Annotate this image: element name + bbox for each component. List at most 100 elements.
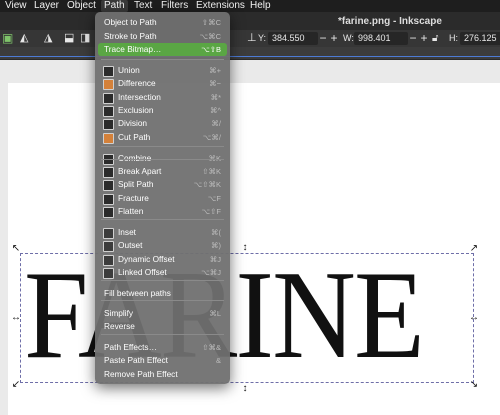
path-menu-item-shortcut: ⌘/ <box>211 119 221 128</box>
scale-handle-top-icon[interactable]: ↕ <box>240 243 250 253</box>
width-field[interactable]: 998.401 <box>354 32 408 45</box>
fracture-icon <box>103 194 114 205</box>
inset-icon <box>103 228 114 239</box>
path-menu-item-5[interactable]: Intersection ⌘* <box>98 91 227 104</box>
path-menu-item-14[interactable]: Inset ⌘( <box>98 226 227 239</box>
menu-help[interactable]: Help <box>247 0 274 12</box>
menu-text[interactable]: Text <box>131 0 155 12</box>
path-menu-item-8[interactable]: Cut Path ⌥⌘/ <box>98 131 227 144</box>
scale-handle-bottom-left-icon[interactable]: ↙ <box>11 380 21 390</box>
path-menu-item-12[interactable]: Fracture ⌥F <box>98 192 227 205</box>
path-menu-item-shortcut: ⌘^ <box>209 106 221 115</box>
path-menu-item-20[interactable]: Reverse <box>98 320 227 333</box>
path-menu-item-shortcut: ⇧⌘K <box>202 167 221 176</box>
intersection-icon <box>103 93 114 104</box>
menu-separator <box>101 159 224 160</box>
lock-icon[interactable]: 🔓︎ <box>432 30 438 47</box>
path-menu-item-shortcut: ⌘) <box>211 241 221 250</box>
path-menu-item-21[interactable]: Path Effects… ⇧⌘& <box>98 341 227 354</box>
path-menu-item-label: Paste Path Effect <box>104 355 168 365</box>
menu-separator <box>101 219 224 220</box>
cut-path-icon <box>103 133 114 144</box>
path-menu-item-19[interactable]: Simplify ⌘L <box>98 307 227 320</box>
y-increment-button[interactable]: + <box>328 31 340 46</box>
menu-extensions[interactable]: Extensions <box>193 0 248 12</box>
path-menu-item-3[interactable]: Union ⌘+ <box>98 64 227 77</box>
path-menu-item-1[interactable]: Stroke to Path ⌥⌘C <box>98 30 227 43</box>
path-menu-item-4[interactable]: Difference ⌘− <box>98 77 227 90</box>
menu-separator <box>101 280 224 281</box>
path-menu-item-label: Split Path <box>118 179 154 189</box>
path-menu-item-label: Dynamic Offset <box>118 254 175 264</box>
scale-handle-left-icon[interactable]: ↔ <box>11 313 21 323</box>
tool-controls-bar: ▣ ◭ ◮ ⬓ ◨ ⊥ Y: 384.550 − + W: 998.401 − … <box>0 30 500 47</box>
path-menu-item-shortcut: ⇧⌘& <box>202 343 221 352</box>
w-increment-button[interactable]: + <box>418 31 430 46</box>
scale-handle-right-icon[interactable]: ↔ <box>469 313 479 323</box>
path-menu-item-2[interactable]: Trace Bitmap… ⌥⇧B <box>98 43 227 56</box>
exclusion-icon <box>103 106 114 117</box>
select-all-icon[interactable]: ▣ <box>2 30 13 47</box>
menu-path[interactable]: Path <box>101 0 128 12</box>
path-menu-item-label: Difference <box>118 78 156 88</box>
menu-filters[interactable]: Filters <box>158 0 191 12</box>
dynamic-offset-icon <box>103 255 114 266</box>
outset-icon <box>103 241 114 252</box>
menu-view[interactable]: View <box>2 0 30 12</box>
path-menu-item-shortcut: ⌥⌘C <box>199 32 221 41</box>
menu-bar: View Layer Object Path Text Filters Exte… <box>0 0 500 12</box>
path-menu-item-label: Remove Path Effect <box>104 369 178 379</box>
height-field[interactable]: 276.125 <box>460 32 500 45</box>
path-menu-item-shortcut: ⌘* <box>210 93 221 102</box>
menu-layer[interactable]: Layer <box>31 0 62 12</box>
path-menu-item-label: Path Effects… <box>104 342 157 352</box>
path-menu-item-shortcut: ⌥⌘/ <box>202 133 221 142</box>
path-menu-dropdown: Object to Path ⇧⌘C Stroke to Path ⌥⌘C Trace … <box>95 12 230 384</box>
scale-handle-top-left-icon[interactable]: ↖ <box>11 244 21 254</box>
path-menu-item-label: Trace Bitmap… <box>104 44 162 54</box>
path-menu-item-7[interactable]: Division ⌘/ <box>98 117 227 130</box>
path-menu-item-label: Break Apart <box>118 166 162 176</box>
path-menu-item-0[interactable]: Object to Path ⇧⌘C <box>98 16 227 29</box>
h-label: H: <box>449 33 458 43</box>
path-menu-item-11[interactable]: Split Path ⌥⇧⌘K <box>98 178 227 191</box>
scale-handle-top-right-icon[interactable]: ↗ <box>469 244 479 254</box>
path-menu-item-13[interactable]: Flatten ⌥⇧F <box>98 205 227 218</box>
path-menu-item-label: Linked Offset <box>118 267 167 277</box>
scale-handle-bottom-right-icon[interactable]: ↘ <box>469 380 479 390</box>
path-menu-item-label: Intersection <box>118 92 161 102</box>
path-menu-item-label: Object to Path <box>104 17 157 27</box>
path-menu-item-17[interactable]: Linked Offset ⌥⌘J <box>98 266 227 279</box>
scale-handle-bottom-icon[interactable]: ↕ <box>240 384 250 394</box>
y-field[interactable]: 384.550 <box>268 32 318 45</box>
path-menu-item-6[interactable]: Exclusion ⌘^ <box>98 104 227 117</box>
division-icon <box>103 119 114 130</box>
path-menu-item-23[interactable]: Remove Path Effect <box>98 368 227 381</box>
path-menu-item-22[interactable]: Paste Path Effect & <box>98 354 227 367</box>
split-path-icon <box>103 180 114 191</box>
difference-icon <box>103 79 114 90</box>
menu-object[interactable]: Object <box>64 0 99 12</box>
path-menu-item-16[interactable]: Dynamic Offset ⌘J <box>98 253 227 266</box>
selection-bounding-box <box>20 253 474 383</box>
horizontal-ruler[interactable] <box>0 47 500 60</box>
path-menu-item-shortcut: ⌘+ <box>209 66 221 75</box>
path-menu-item-label: Fill between paths <box>104 288 171 298</box>
path-menu-item-18[interactable]: Fill between paths <box>98 287 227 300</box>
path-menu-item-10[interactable]: Break Apart ⇧⌘K <box>98 165 227 178</box>
rotate-icon[interactable]: ⬓ <box>64 30 74 47</box>
path-menu-item-label: Inset <box>118 227 136 237</box>
path-menu-item-label: Outset <box>118 240 143 250</box>
path-menu-item-label: Division <box>118 118 148 128</box>
flip-vertical-icon[interactable]: ◮ <box>44 30 52 47</box>
path-menu-item-shortcut: ⌥⇧B <box>201 45 221 54</box>
path-menu-item-15[interactable]: Outset ⌘) <box>98 239 227 252</box>
menu-separator <box>101 334 224 335</box>
path-menu-item-shortcut: ⌘( <box>211 228 221 237</box>
path-menu-item-label: Union <box>118 65 140 75</box>
path-menu-item-shortcut: ⌥F <box>207 194 221 203</box>
raise-icon[interactable]: ◨ <box>80 30 90 47</box>
flip-horizontal-icon[interactable]: ◭ <box>20 30 28 47</box>
path-menu-item-label: Simplify <box>104 308 134 318</box>
path-menu-item-label: Fracture <box>118 193 149 203</box>
